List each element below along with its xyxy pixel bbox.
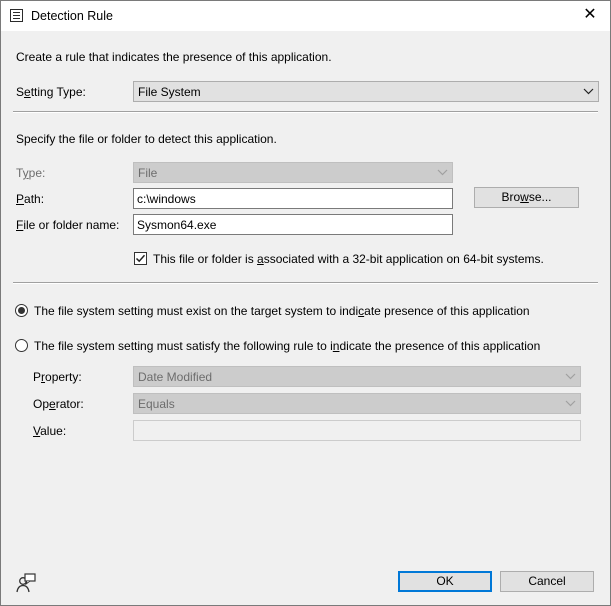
separator xyxy=(13,282,598,284)
setting-type-dropdown[interactable]: File System xyxy=(133,81,599,102)
operator-dropdown[interactable]: Equals xyxy=(133,393,581,414)
file-name-input[interactable]: Sysmon64.exe xyxy=(133,214,453,235)
chevron-down-icon xyxy=(437,169,448,176)
chevron-down-icon xyxy=(565,373,576,380)
type-dropdown[interactable]: File xyxy=(133,162,453,183)
ok-button[interactable]: OK xyxy=(398,571,492,592)
32bit-checkbox-label[interactable]: This file or folder is associated with a… xyxy=(153,252,544,266)
radio-satisfy-rule[interactable] xyxy=(15,339,28,352)
cancel-button[interactable]: Cancel xyxy=(500,571,594,592)
dialog-title: Detection Rule xyxy=(31,9,113,23)
radio-selected-dot xyxy=(18,307,25,314)
chevron-down-icon xyxy=(583,88,594,95)
radio-must-exist-label[interactable]: The file system setting must exist on th… xyxy=(34,304,530,318)
detection-rule-dialog: Detection Rule ✕ Create a rule that indi… xyxy=(0,0,611,606)
property-dropdown[interactable]: Date Modified xyxy=(133,366,581,387)
property-label: Property: xyxy=(33,370,82,384)
radio-must-exist[interactable] xyxy=(15,304,28,317)
value-label: Value: xyxy=(33,424,67,438)
browse-button[interactable]: Browse... xyxy=(474,187,579,208)
operator-value: Equals xyxy=(138,397,175,411)
dialog-icon xyxy=(10,9,23,22)
file-name-label: File or folder name: xyxy=(16,218,120,232)
type-value: File xyxy=(138,166,158,180)
value-input[interactable] xyxy=(133,420,581,441)
path-input[interactable]: c:\windows xyxy=(133,188,453,209)
checkmark-icon xyxy=(135,254,146,263)
radio-satisfy-rule-label[interactable]: The file system setting must satisfy the… xyxy=(34,339,540,353)
specify-text: Specify the file or folder to detect thi… xyxy=(16,132,277,146)
type-label: Type: xyxy=(16,166,46,180)
intro-text: Create a rule that indicates the presenc… xyxy=(16,50,332,64)
operator-label: Operator: xyxy=(33,397,84,411)
close-icon[interactable]: ✕ xyxy=(580,5,600,25)
path-value: c:\windows xyxy=(137,192,196,206)
setting-type-value: File System xyxy=(138,85,201,99)
property-value: Date Modified xyxy=(138,370,213,384)
title-bar: Detection Rule ✕ xyxy=(1,1,610,31)
chevron-down-icon xyxy=(565,400,576,407)
setting-type-label: Setting Type: xyxy=(16,85,86,99)
help-user-icon[interactable] xyxy=(15,573,37,593)
file-name-value: Sysmon64.exe xyxy=(137,218,217,232)
32bit-checkbox[interactable] xyxy=(134,252,147,265)
separator xyxy=(13,111,598,113)
path-label: Path: xyxy=(16,192,45,206)
